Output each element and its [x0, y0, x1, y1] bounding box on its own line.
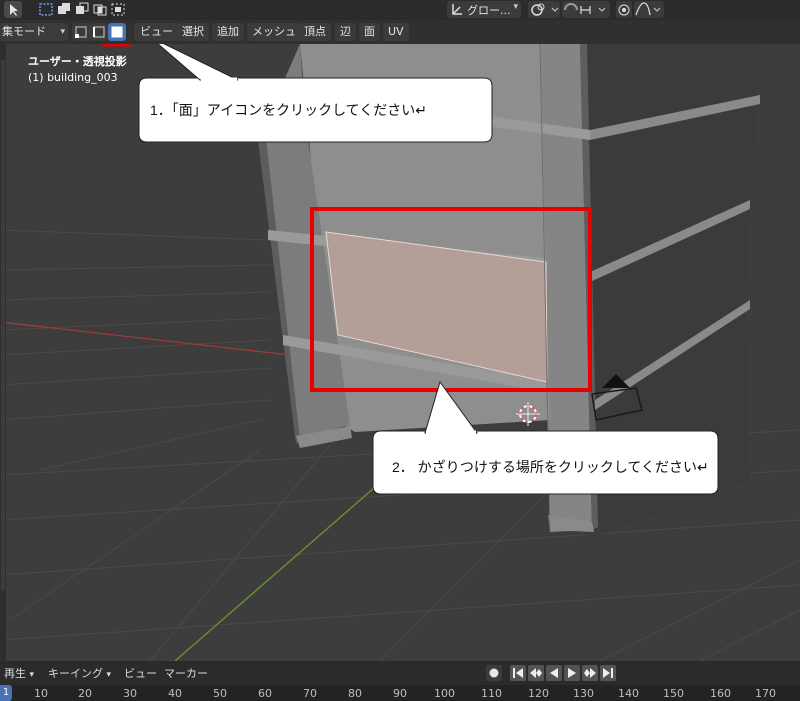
- chevron-down-icon: ▾: [29, 670, 35, 680]
- menu-select[interactable]: 選択: [177, 23, 209, 41]
- play-button[interactable]: [564, 665, 580, 681]
- play-reverse-button[interactable]: [546, 665, 562, 681]
- edge-select-icon: [93, 26, 105, 38]
- play-icon: [568, 668, 576, 678]
- frame-tick: 50: [213, 687, 227, 700]
- keying-label: キーイング: [48, 667, 103, 680]
- menu-view[interactable]: ビュー: [134, 23, 178, 41]
- edge-select-button[interactable]: [90, 23, 108, 41]
- playback-label: 再生: [4, 667, 26, 680]
- timeline-ruler[interactable]: 1 10 20 30 40 50 60 70 80 90 100 110 120…: [0, 685, 800, 701]
- frame-tick: 140: [618, 687, 639, 700]
- vertex-select-button[interactable]: [72, 23, 90, 41]
- select-intersect-icon[interactable]: [110, 1, 126, 18]
- frame-tick: 160: [710, 687, 731, 700]
- frame-tick: 120: [528, 687, 549, 700]
- falloff-dropdown[interactable]: [634, 1, 664, 18]
- current-frame-indicator[interactable]: 1: [0, 685, 12, 701]
- frame-tick: 30: [123, 687, 137, 700]
- pivot-point-dropdown[interactable]: [528, 1, 560, 18]
- record-icon: [489, 668, 499, 678]
- menu-add[interactable]: 追加: [212, 23, 244, 41]
- chevron-down-icon: ▾: [513, 2, 518, 12]
- viewport-header: 集モード ▾ ビュー 選択 追加 メッシュ 頂点 辺 面 UV: [0, 20, 800, 44]
- prev-keyframe-button[interactable]: [528, 665, 544, 681]
- frame-tick: 80: [348, 687, 362, 700]
- prev-keyframe-icon: [530, 668, 542, 678]
- jump-start-icon: [513, 668, 523, 678]
- frame-tick: 40: [168, 687, 182, 700]
- frame-tick: 70: [303, 687, 317, 700]
- playback-menu[interactable]: 再生 ▾: [4, 665, 34, 681]
- frame-tick: 150: [663, 687, 684, 700]
- keying-menu[interactable]: キーイング ▾: [48, 665, 111, 681]
- select-box-icon[interactable]: [38, 1, 54, 18]
- frame-tick: 130: [573, 687, 594, 700]
- frame-tick: 60: [258, 687, 272, 700]
- transform-orientation-icon: [452, 4, 462, 15]
- frame-tick: 20: [78, 687, 92, 700]
- select-subtract-icon[interactable]: [74, 1, 90, 18]
- frame-tick: 10: [34, 687, 48, 700]
- frame-tick: 90: [393, 687, 407, 700]
- frame-tick: 110: [481, 687, 502, 700]
- timeline-view-menu[interactable]: ビュー: [124, 665, 157, 681]
- view-label: ユーザー・透視投影: [28, 55, 127, 68]
- select-invert-icon[interactable]: [92, 1, 108, 18]
- x-axis-line: [0, 321, 291, 356]
- select-extend-icon[interactable]: [56, 1, 72, 18]
- 3d-viewport[interactable]: ユーザー・透視投影 (1) building_003 1．「面」アイコンをクリッ…: [0, 44, 800, 661]
- next-keyframe-button[interactable]: [582, 665, 598, 681]
- viewport-scene: [0, 44, 800, 661]
- transform-orientation-dropdown[interactable]: グロー... ▾: [447, 1, 521, 18]
- record-button[interactable]: [486, 665, 502, 681]
- menu-face[interactable]: 面: [359, 23, 380, 41]
- vertex-select-icon: [75, 26, 87, 38]
- frame-tick: 170: [755, 687, 776, 700]
- mode-label: 集モード: [2, 25, 46, 38]
- menu-uv[interactable]: UV: [383, 23, 409, 41]
- snap-icon[interactable]: [562, 1, 610, 18]
- menu-vertex[interactable]: 頂点: [299, 23, 331, 41]
- jump-start-button[interactable]: [510, 665, 526, 681]
- mode-dropdown[interactable]: 集モード ▾: [0, 23, 68, 41]
- play-reverse-icon: [550, 668, 558, 678]
- chevron-down-icon: ▾: [60, 27, 65, 37]
- jump-end-icon: [603, 668, 613, 678]
- proportional-edit-icon[interactable]: [616, 1, 632, 18]
- face-select-icon: [111, 26, 123, 38]
- orientation-label: グロー...: [467, 4, 511, 17]
- frame-tick: 100: [434, 687, 455, 700]
- timeline-header: 再生 ▾ キーイング ▾ ビュー マーカー: [0, 661, 800, 685]
- cursor-icon[interactable]: [4, 1, 22, 18]
- callout-2-text: 2． かざりつけする場所をクリックしてください↵: [392, 459, 709, 475]
- chevron-down-icon: ▾: [106, 670, 112, 680]
- menu-mesh[interactable]: メッシュ: [247, 23, 301, 41]
- face-button-highlight: [101, 44, 131, 47]
- menu-edge[interactable]: 辺: [335, 23, 356, 41]
- face-select-button[interactable]: [108, 23, 126, 41]
- marker-menu[interactable]: マーカー: [164, 665, 208, 681]
- next-keyframe-icon: [584, 668, 596, 678]
- tool-header: グロー... ▾: [0, 0, 800, 20]
- object-label: (1) building_003: [28, 71, 118, 84]
- callout-1-text: 1．「面」アイコンをクリックしてください↵: [150, 102, 427, 118]
- jump-end-button[interactable]: [600, 665, 616, 681]
